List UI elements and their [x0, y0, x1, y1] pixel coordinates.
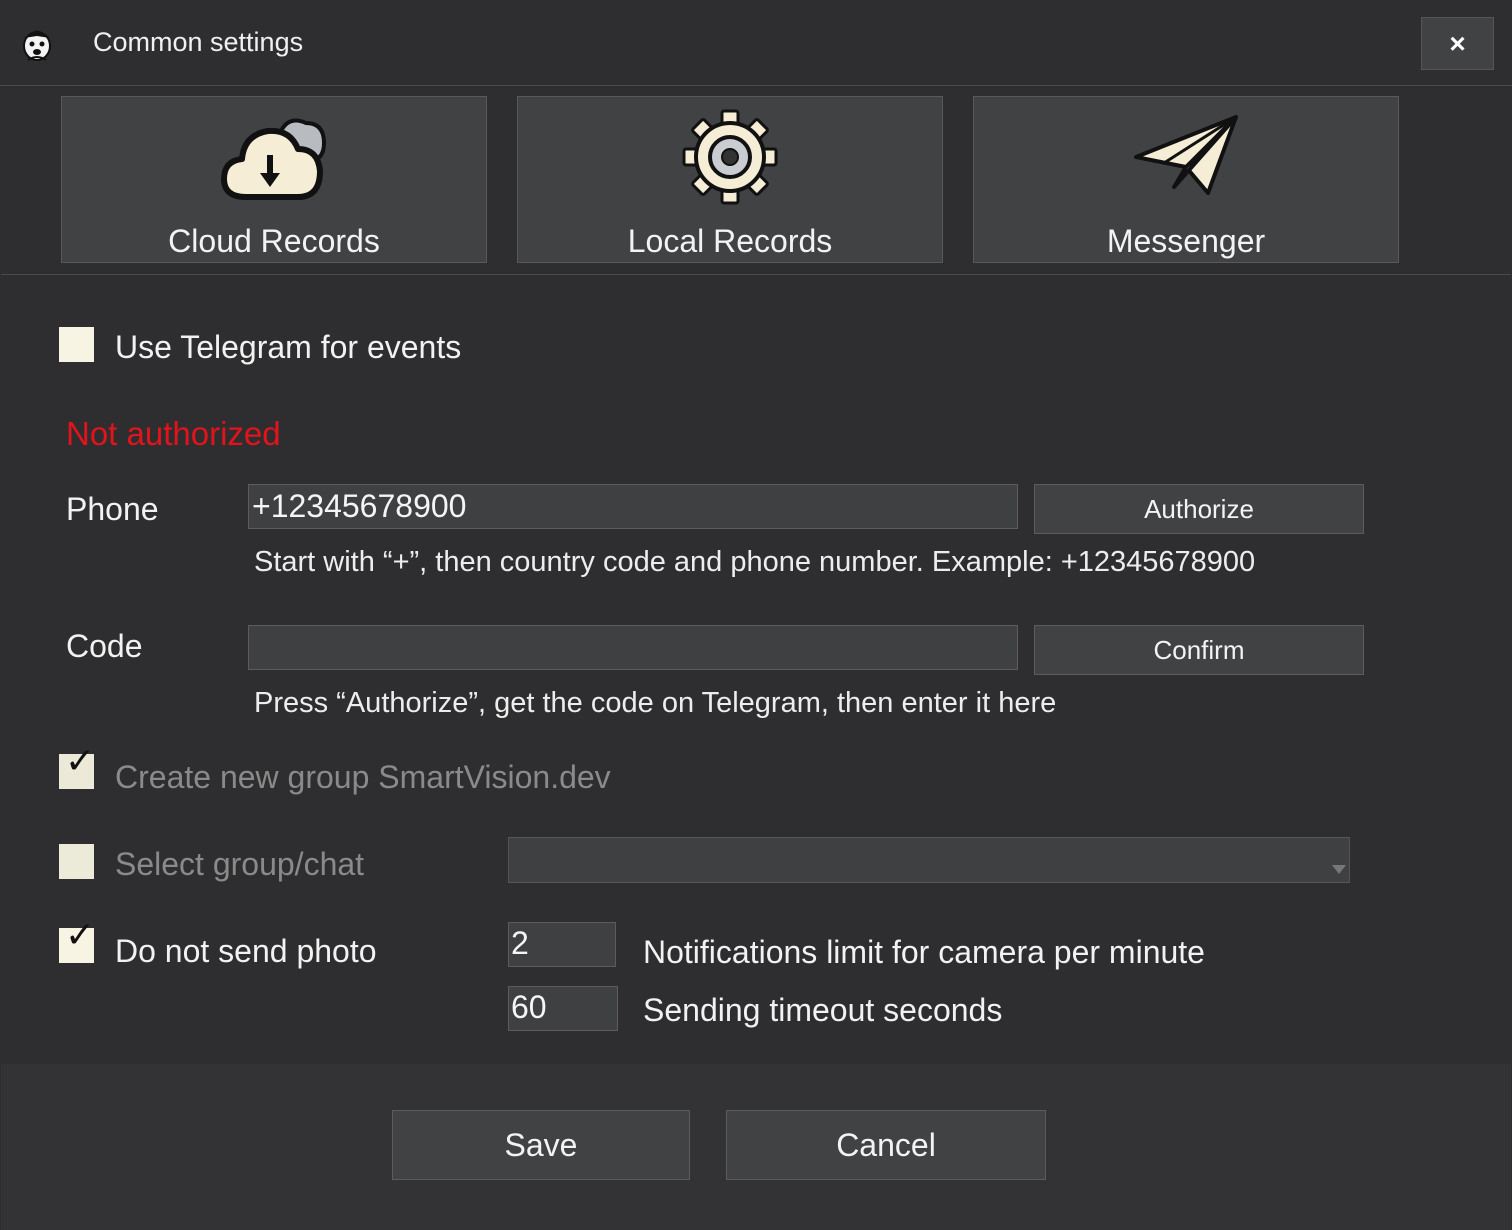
tab-local-records[interactable]: Local Records [517, 96, 943, 263]
code-label: Code [66, 628, 143, 664]
sending-timeout-input[interactable]: 60 [508, 986, 618, 1031]
checkmark-icon: ✓ [65, 914, 96, 955]
phone-input[interactable]: +12345678900 [248, 484, 1018, 529]
tab-bar: Cloud Records Local Records Messenger [1, 86, 1511, 275]
create-group-checkbox[interactable]: ✓ [59, 743, 95, 789]
no-photo-label: Do not send photo [115, 933, 377, 969]
cloud-download-icon [221, 118, 327, 200]
code-hint: Press “Authorize”, get the code on Teleg… [254, 687, 1057, 719]
select-group-label: Select group/chat [115, 846, 365, 882]
use-telegram-label: Use Telegram for events [115, 329, 462, 365]
sending-timeout-label: Sending timeout seconds [643, 992, 1003, 1028]
save-button[interactable]: Save [392, 1110, 690, 1180]
create-group-label: Create new group SmartVision.dev [115, 759, 611, 795]
group-chat-select[interactable] [508, 837, 1350, 883]
cancel-button[interactable]: Cancel [726, 1110, 1046, 1180]
no-photo-checkbox[interactable]: ✓ [59, 917, 95, 963]
paper-plane-icon [1134, 115, 1238, 195]
tab-label: Messenger [1106, 223, 1266, 259]
close-button[interactable]: × [1421, 17, 1494, 70]
notifications-limit-label: Notifications limit for camera per minut… [643, 934, 1205, 970]
gear-icon [682, 109, 778, 205]
window-title: Common settings [93, 27, 304, 57]
phone-hint: Start with “+”, then country code and ph… [254, 546, 1256, 578]
use-telegram-checkbox[interactable] [59, 327, 94, 362]
title-bar: Common settings × [0, 0, 1512, 86]
confirm-button[interactable]: Confirm [1034, 625, 1364, 675]
phone-label: Phone [66, 491, 159, 527]
tab-label: Cloud Records [168, 223, 380, 259]
code-input[interactable] [248, 625, 1018, 670]
select-group-checkbox[interactable] [59, 844, 94, 879]
chevron-down-icon [1332, 865, 1346, 874]
tab-messenger[interactable]: Messenger [973, 96, 1399, 263]
authorize-button[interactable]: Authorize [1034, 484, 1364, 534]
auth-status: Not authorized [66, 415, 281, 452]
app-logo-icon [23, 30, 51, 61]
tab-label: Local Records [627, 223, 833, 259]
notifications-limit-input[interactable]: 2 [508, 922, 616, 967]
tab-cloud-records[interactable]: Cloud Records [61, 96, 487, 263]
checkmark-icon: ✓ [65, 740, 96, 781]
